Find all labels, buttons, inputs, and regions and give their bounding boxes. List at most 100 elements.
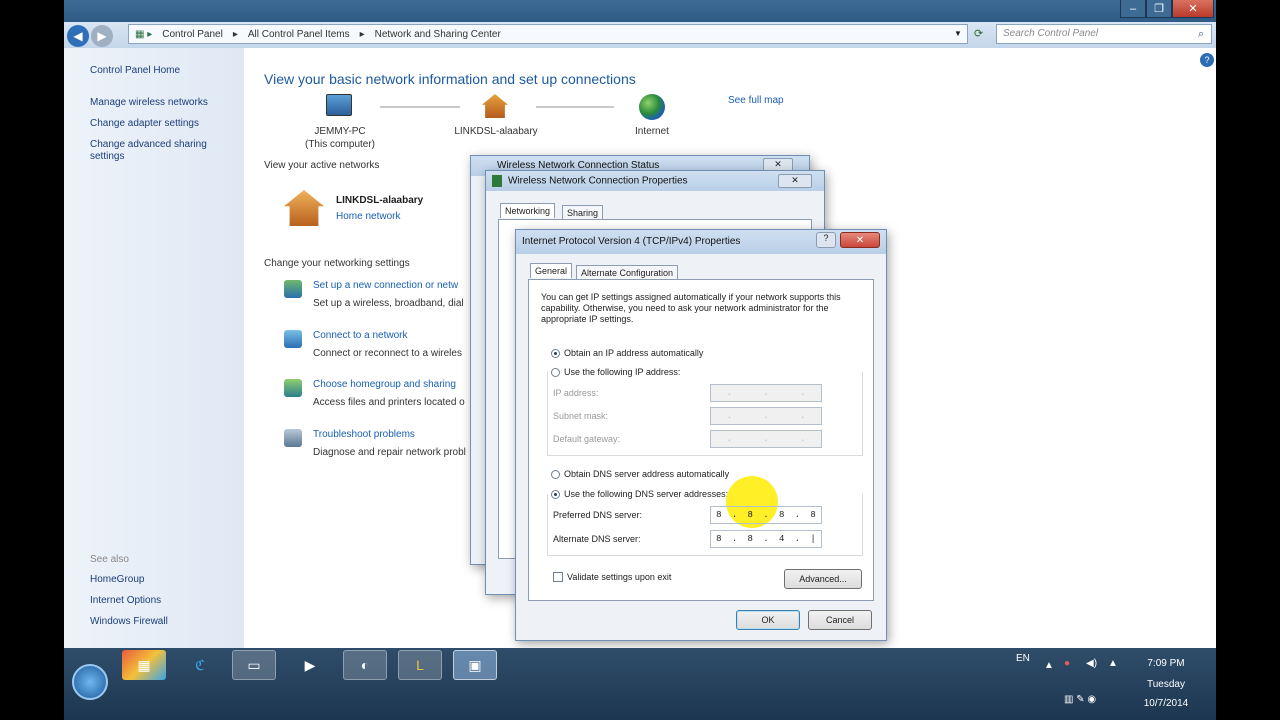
app-icon-1[interactable]: ▦ [122,650,166,680]
refresh-icon[interactable]: ⟳ [974,27,983,40]
home-network-link[interactable]: Home network [336,211,400,222]
troubleshoot-link[interactable]: Troubleshoot problems [313,429,415,440]
cancel-button[interactable]: Cancel [808,610,872,630]
obtain-ip-auto-option[interactable]: Obtain an IP address automatically [551,348,703,358]
language-indicator[interactable]: EN [1016,653,1030,664]
clock-date[interactable]: 10/7/2014 [1136,698,1196,709]
control-panel-home-link[interactable]: Control Panel Home [90,65,240,77]
intro-text: You can get IP settings assigned automat… [541,292,841,324]
network-signal-icon[interactable]: ▲ [1108,658,1118,669]
obtain-dns-auto-radio[interactable] [551,469,560,479]
ip-address-field[interactable]: ... [710,384,822,402]
address-bar-row: ◀ ▶ ▦ ▸ Control Panel ▸ All Control Pane… [64,22,1216,48]
forward-button[interactable]: ▶ [91,25,113,47]
breadcrumb-separator-icon: ▸ [359,28,365,40]
minimize-button[interactable]: – [1120,0,1146,18]
advanced-button[interactable]: Advanced... [784,569,862,589]
tab-alternate-configuration[interactable]: Alternate Configuration [576,265,679,280]
alternate-dns-field[interactable]: 8. 8. 4. | [710,530,822,548]
obtain-ip-auto-label: Obtain an IP address automatically [564,348,704,358]
tab-networking[interactable]: Networking [500,203,556,218]
validate-checkbox[interactable] [553,572,563,582]
show-hidden-icons[interactable]: ▲ [1044,660,1054,671]
clock-time[interactable]: 7:09 PM [1136,658,1196,669]
volume-icon[interactable]: ◀) [1086,658,1097,669]
active-network-name: LINKDSL-alaabary [336,195,424,206]
obtain-dns-auto-label: Obtain DNS server address automatically [564,469,730,479]
start-button[interactable] [72,664,108,700]
properties-close-button[interactable]: ✕ [778,174,812,188]
windows-firewall-link[interactable]: Windows Firewall [90,616,240,628]
preferred-dns-octet: 8 [778,510,785,520]
back-button[interactable]: ◀ [67,25,89,47]
preferred-dns-field[interactable]: 8. 8. 8. 8 [710,506,822,524]
ok-button[interactable]: OK [736,610,800,630]
connect-network-icon [284,330,302,348]
connect-network-link[interactable]: Connect to a network [313,330,408,341]
tab-sharing[interactable]: Sharing [562,205,604,220]
validate-label: Validate settings upon exit [567,572,672,582]
address-bar[interactable]: ▦ ▸ Control Panel ▸ All Control Panel It… [128,24,968,44]
search-input[interactable]: Search Control Panel [996,24,1212,44]
tray-icon[interactable]: ● [1064,658,1070,669]
breadcrumb-separator-icon: ▸ [232,28,238,40]
change-advanced-sharing-link[interactable]: Change advanced sharing settings [90,139,220,163]
address-dropdown-icon[interactable]: ▼ [954,29,962,38]
file-explorer-icon[interactable]: ▭ [232,650,276,680]
app-icon-2[interactable]: ◐ [343,650,387,680]
properties-dialog-title: Wireless Network Connection Properties [486,171,824,191]
computer-icon [326,94,352,116]
preferred-dns-label: Preferred DNS server: [553,510,643,520]
see-full-map-link[interactable]: See full map [728,95,784,106]
help-icon[interactable]: ? [1200,53,1214,67]
setup-connection-link[interactable]: Set up a new connection or netw [313,280,458,291]
obtain-dns-auto-option[interactable]: Obtain DNS server address automatically [551,469,729,479]
manage-wireless-link[interactable]: Manage wireless networks [90,97,240,109]
wireless-adapter-icon [492,175,502,187]
internet-options-link[interactable]: Internet Options [90,595,240,607]
browser-icon[interactable]: ℭ [178,650,222,680]
internet-label: Internet [635,126,669,137]
breadcrumb-item[interactable]: Network and Sharing Center [375,29,501,40]
control-panel-icon: ▦ ▸ [135,28,153,40]
alternate-dns-octet: 4 [778,534,785,544]
ipv4-properties-dialog: Internet Protocol Version 4 (TCP/IPv4) P… [515,229,887,641]
new-connection-icon [284,280,302,298]
app-icon-3[interactable]: L [398,650,442,680]
network-name: LINKDSL-alaabary [454,126,538,137]
window-titlebar: – ❐ ✕ [64,0,1216,22]
help-button[interactable]: ? [816,232,836,248]
change-adapter-link[interactable]: Change adapter settings [90,118,240,130]
close-button[interactable]: ✕ [1172,0,1214,18]
homegroup-link[interactable]: HomeGroup [90,574,240,586]
homegroup-icon [284,379,302,397]
subnet-mask-field[interactable]: ... [710,407,822,425]
search-icon[interactable]: ⌕ [1198,28,1204,41]
ipv4-close-button[interactable]: ✕ [840,232,880,248]
general-tab-panel: You can get IP settings assigned automat… [528,279,874,601]
alternate-dns-label: Alternate DNS server: [553,534,641,544]
obtain-ip-auto-radio[interactable] [551,348,560,358]
troubleshoot-description: Diagnose and repair network probl [313,447,466,458]
breadcrumb-item[interactable]: All Control Panel Items [248,29,350,40]
tray-extra-icons[interactable]: ▥ ✎ ◉ [1064,694,1096,705]
media-player-icon[interactable]: ▶ [288,650,332,680]
default-gateway-field[interactable]: ... [710,430,822,448]
tab-general[interactable]: General [530,263,573,278]
validate-settings-option[interactable]: Validate settings upon exit [553,572,671,582]
internet-globe-icon [639,94,665,120]
maximize-button[interactable]: ❐ [1146,0,1172,18]
default-gateway-label: Default gateway: [553,434,621,444]
preferred-dns-octet: 8 [810,510,816,520]
alternate-dns-octet: 8 [747,534,753,544]
home-network-icon [482,94,508,118]
control-panel-taskbar-icon[interactable]: ▣ [453,650,497,680]
page-title: View your basic network information and … [264,71,636,87]
computer-name: JEMMY-PC [314,126,366,137]
homegroup-sharing-link[interactable]: Choose homegroup and sharing [313,379,456,390]
clock-day[interactable]: Tuesday [1136,679,1196,690]
active-networks-heading: View your active networks [264,160,380,171]
preferred-dns-octet: 8 [716,510,722,520]
setup-connection-description: Set up a wireless, broadband, dial [313,298,464,309]
breadcrumb-item[interactable]: Control Panel [162,29,223,40]
